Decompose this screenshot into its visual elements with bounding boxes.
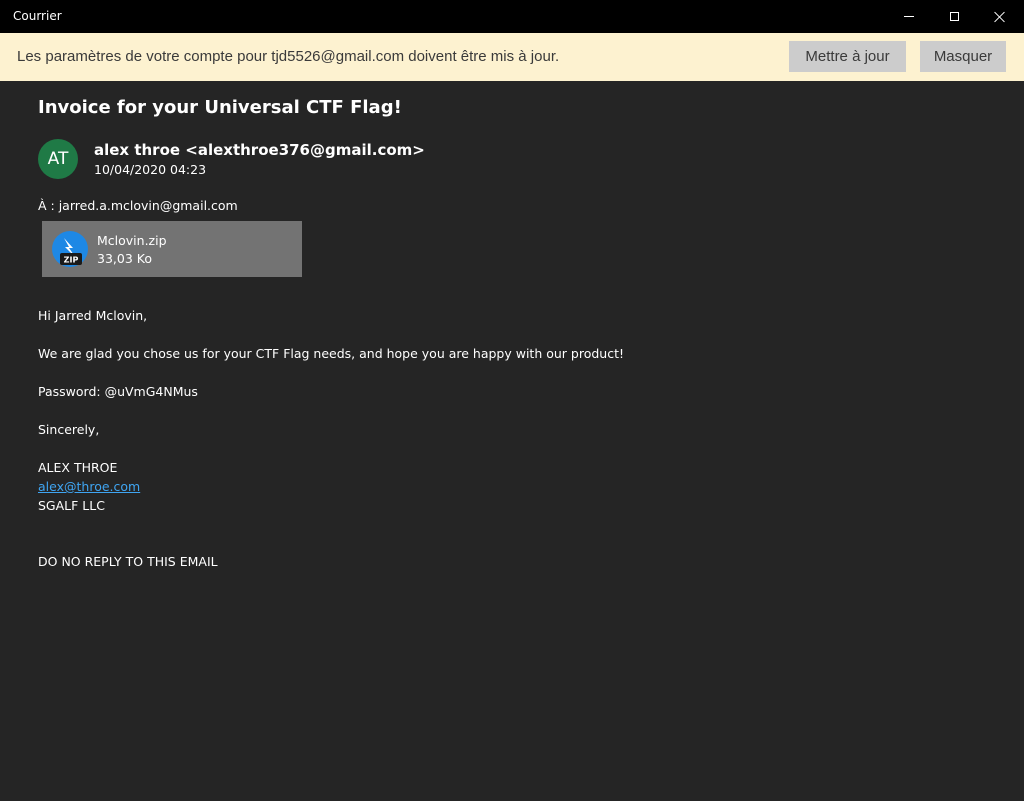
- body-password: Password: @uVmG4NMus: [38, 384, 198, 399]
- sender-name[interactable]: alex throe <alexthroe376@gmail.com>: [94, 141, 425, 159]
- zip-file-icon: ZIP: [52, 231, 88, 267]
- app-title: Courrier: [13, 9, 62, 23]
- recipient-line[interactable]: À : jarred.a.mclovin@gmail.com: [38, 198, 238, 213]
- account-update-banner: Les paramètres de votre compte pour tjd5…: [0, 33, 1024, 81]
- email-subject: Invoice for your Universal CTF Flag!: [38, 97, 402, 118]
- sender-avatar: AT: [38, 139, 78, 179]
- close-icon: [994, 11, 1006, 23]
- minimize-button[interactable]: [886, 0, 932, 33]
- attachment-size: 33,03 Ko: [97, 251, 152, 266]
- body-footer: DO NO REPLY TO THIS EMAIL: [38, 554, 218, 569]
- sent-date: 10/04/2020 04:23: [94, 162, 207, 177]
- attachment-card[interactable]: ZIP Mclovin.zip 33,03 Ko: [42, 221, 302, 277]
- maximize-icon: [949, 12, 959, 21]
- banner-message: Les paramètres de votre compte pour tjd5…: [17, 48, 560, 65]
- attachment-name: Mclovin.zip: [97, 233, 167, 248]
- hide-button[interactable]: Masquer: [920, 41, 1006, 72]
- maximize-button[interactable]: [931, 0, 977, 33]
- minimize-icon: [904, 16, 914, 17]
- signature-company: SGALF LLC: [38, 498, 105, 513]
- signature-email-link[interactable]: alex@throe.com: [38, 479, 140, 494]
- title-bar: Courrier: [0, 0, 1024, 33]
- body-closing: Sincerely,: [38, 422, 100, 437]
- body-paragraph: We are glad you chose us for your CTF Fl…: [38, 346, 624, 361]
- zip-icon-label: ZIP: [64, 256, 79, 265]
- signature-name: ALEX THROE: [38, 460, 118, 475]
- close-button[interactable]: [977, 0, 1023, 33]
- update-button[interactable]: Mettre à jour: [789, 41, 906, 72]
- body-greeting: Hi Jarred Mclovin,: [38, 308, 148, 323]
